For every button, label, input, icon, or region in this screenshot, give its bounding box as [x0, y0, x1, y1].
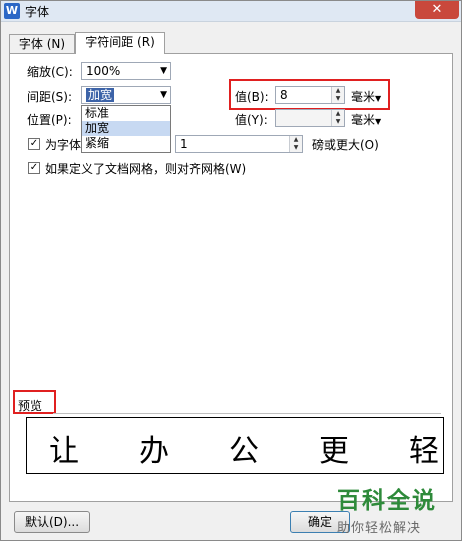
position-unit-select[interactable]: 毫米▼ [351, 111, 381, 128]
font-dialog: W 字体 ✕ 字体 (N) 字符间距 (R) 缩放(C): 100% ▼ 间距(… [0, 0, 462, 541]
spin-down-icon[interactable]: ▼ [290, 144, 302, 152]
preview-box: 让办公更轻 [26, 417, 444, 474]
dropdown-arrow-icon: ▼ [160, 66, 167, 76]
dropdown-arrow-icon: ▼ [160, 90, 167, 100]
grid-checkbox[interactable]: ✓ [28, 162, 40, 174]
scale-value: 100% [86, 64, 121, 78]
position-value-label: 值(Y): [235, 113, 268, 127]
kerning-size-input[interactable]: 1 ▲ ▼ [175, 135, 303, 153]
wps-writer-icon: W [4, 3, 20, 19]
title-bar: W 字体 ✕ [1, 1, 461, 22]
watermark-title: 百科全说 [337, 488, 437, 514]
position-unit-text: 毫米 [351, 113, 376, 127]
spin-down-icon[interactable]: ▼ [332, 118, 344, 126]
spacing-option-standard[interactable]: 标准 [82, 106, 170, 121]
spin-buttons[interactable]: ▲ ▼ [289, 136, 302, 152]
highlight-box-preview [13, 390, 56, 414]
scale-label: 缩放(C): [27, 65, 73, 79]
default-button[interactable]: 默认(D)... [14, 511, 90, 533]
spacing-select[interactable]: 加宽 ▼ [81, 86, 171, 104]
close-button[interactable]: ✕ [415, 1, 459, 19]
spin-up-icon[interactable]: ▲ [332, 110, 344, 118]
spin-up-icon[interactable]: ▲ [290, 136, 302, 144]
kerning-size-text: 1 [180, 137, 188, 151]
spacing-label: 间距(S): [27, 90, 73, 104]
watermark-subtitle: 助你轻松解决 [337, 521, 422, 536]
spacing-option-condensed[interactable]: 紧缩 [82, 136, 170, 151]
scale-select[interactable]: 100% ▼ [81, 62, 171, 80]
preview-divider [53, 413, 441, 414]
kerning-checkbox[interactable]: ✓ [28, 138, 40, 150]
unit-dropdown-icon: ▼ [375, 117, 382, 126]
preview-text: 让办公更轻 [49, 434, 439, 469]
spacing-option-expanded[interactable]: 加宽 [82, 121, 170, 136]
position-value-input[interactable]: ▲ ▼ [275, 109, 345, 127]
watermark-logo: 百科全说 助你轻松解决 [337, 481, 437, 536]
position-label: 位置(P): [27, 113, 72, 127]
grid-label: 如果定义了文档网格，则对齐网格(W) [45, 162, 247, 176]
tab-font[interactable]: 字体 (N) [9, 34, 75, 53]
kerning-label-prefix: 为字体 [45, 138, 82, 152]
spin-buttons[interactable]: ▲ ▼ [331, 110, 344, 126]
highlight-box-value [229, 79, 390, 110]
window-title: 字体 [25, 5, 50, 19]
tab-character-spacing[interactable]: 字符间距 (R) [75, 32, 165, 54]
kerning-label-suffix: 磅或更大(O) [312, 138, 379, 152]
spacing-value: 加宽 [86, 88, 115, 102]
spacing-dropdown-list: 标准 加宽 紧缩 [81, 105, 171, 153]
